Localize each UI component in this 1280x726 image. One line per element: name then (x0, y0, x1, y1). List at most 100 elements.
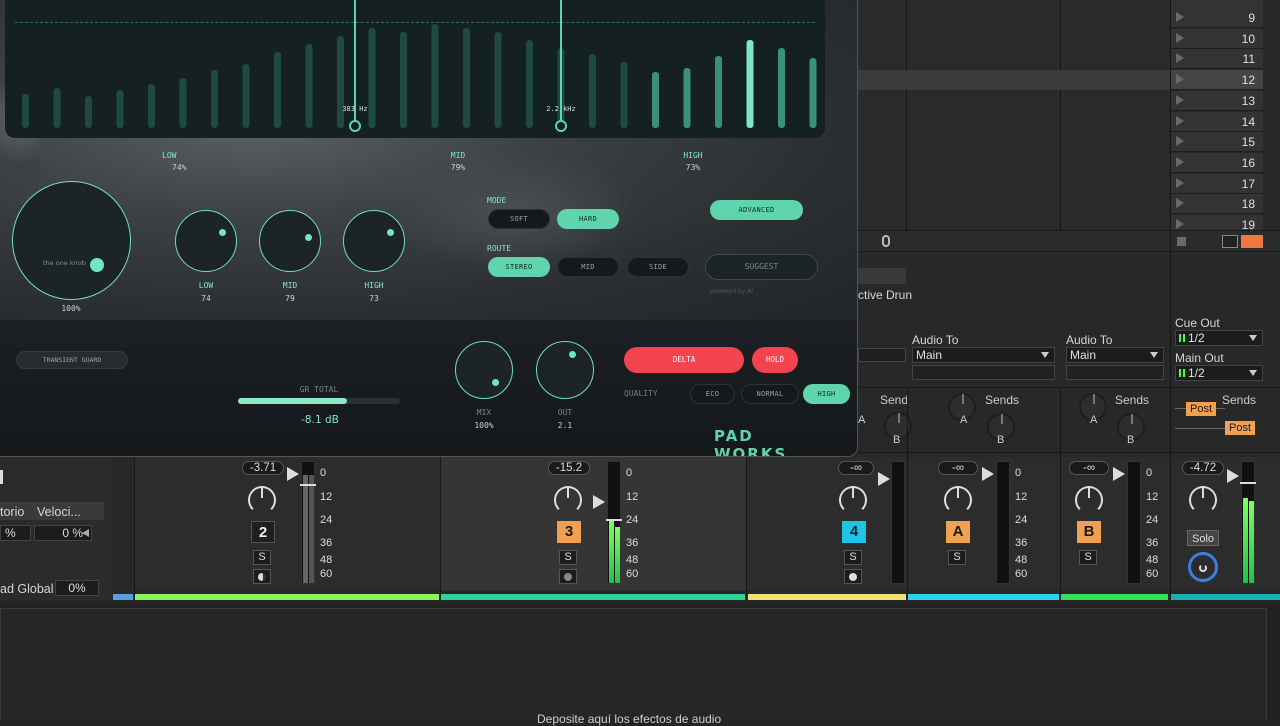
scene-slot[interactable]: 12 (1171, 70, 1263, 91)
fader-handle[interactable] (300, 484, 316, 486)
play-icon[interactable] (982, 467, 994, 481)
scene-slot[interactable]: 16 (1171, 152, 1263, 173)
scene-launch-icon[interactable] (1176, 219, 1184, 229)
fader-handle[interactable] (1240, 482, 1256, 484)
route-side-button[interactable]: SIDE (627, 257, 689, 277)
hold-button[interactable]: HOLD (752, 347, 798, 373)
volume-readout[interactable]: -∞ (1069, 461, 1109, 475)
main-out-select[interactable]: 1/2 (1175, 365, 1263, 381)
play-icon[interactable] (287, 467, 299, 481)
scene-slot[interactable]: 14 (1171, 111, 1263, 132)
low-knob[interactable] (175, 210, 237, 272)
delta-button[interactable]: DELTA (624, 347, 744, 373)
pan-knob[interactable] (554, 486, 582, 514)
arm-button[interactable] (559, 569, 577, 584)
pan-knob[interactable] (1075, 486, 1103, 514)
high-knob[interactable] (343, 210, 405, 272)
scene-launch-icon[interactable] (1176, 156, 1184, 167)
level-meter (891, 461, 905, 584)
route-stereo-button[interactable]: STEREO (488, 257, 550, 277)
scene-launch-icon[interactable] (1176, 12, 1184, 22)
track-number[interactable]: A (946, 521, 970, 543)
scene-launch-icon[interactable] (1176, 198, 1184, 209)
volume-readout[interactable]: -∞ (838, 461, 874, 475)
cue-out-select[interactable]: 1/2 (1175, 330, 1263, 346)
solo-button[interactable]: S (559, 550, 577, 565)
scene-launch-icon[interactable] (1176, 53, 1184, 64)
advanced-button[interactable]: ADVANCED (710, 200, 803, 220)
mix-knob[interactable] (455, 341, 513, 399)
volume-readout[interactable]: -15.2 (548, 461, 590, 475)
input-select-partial[interactable] (858, 348, 906, 362)
pan-knob[interactable] (944, 486, 972, 514)
play-icon[interactable] (878, 472, 890, 486)
post-a-button[interactable]: Post (1186, 402, 1216, 416)
empty-field[interactable] (1066, 365, 1164, 380)
meter-scale-label: 24 (1015, 514, 1028, 526)
solo-button[interactable]: S (844, 550, 862, 565)
fader-handle[interactable] (606, 519, 622, 521)
crossover-handle-1[interactable] (349, 120, 361, 132)
scene-slot[interactable]: 13 (1171, 90, 1263, 111)
arm-button[interactable] (844, 569, 862, 584)
microphone-icon[interactable] (882, 235, 890, 247)
quality-eco-button[interactable]: ECO (690, 384, 735, 404)
solo-button[interactable]: S (253, 550, 271, 565)
device-drop-zone[interactable] (0, 608, 1267, 720)
arm-button[interactable] (253, 569, 271, 584)
empty-field[interactable] (912, 365, 1055, 380)
volume-readout[interactable]: -∞ (938, 461, 978, 475)
play-icon[interactable] (1227, 469, 1239, 483)
post-b-button[interactable]: Post (1225, 421, 1255, 435)
scene-slot[interactable]: 18 (1171, 194, 1263, 215)
track-name-partial[interactable]: ctive Drun (858, 288, 912, 302)
crossover-handle-2[interactable] (555, 120, 567, 132)
pan-knob[interactable] (1189, 486, 1217, 514)
spectrum-bar (683, 68, 691, 128)
scene-launch-icon[interactable] (1176, 177, 1184, 188)
scene-slot[interactable]: 17 (1171, 173, 1263, 194)
play-icon[interactable] (1113, 467, 1125, 481)
pan-knob[interactable] (248, 486, 276, 514)
track-number[interactable]: 3 (557, 521, 581, 543)
track-number[interactable]: 4 (842, 521, 866, 543)
audio-to-select[interactable]: Main (912, 347, 1055, 363)
global-field[interactable]: 0% (55, 580, 99, 596)
solo-cue-button[interactable]: Solo (1187, 530, 1219, 546)
one-knob[interactable]: the one knob (12, 181, 131, 300)
scene-slot[interactable]: 9 (1171, 8, 1263, 28)
scene-slot[interactable]: 15 (1171, 132, 1263, 153)
scene-launch-icon[interactable] (1241, 235, 1263, 248)
mode-hard-button[interactable]: HARD (557, 209, 619, 229)
scene-launch-icon[interactable] (1176, 115, 1184, 126)
play-icon[interactable] (593, 495, 605, 509)
solo-button[interactable]: S (1079, 550, 1097, 565)
pan-knob[interactable] (839, 486, 867, 514)
mode-soft-button[interactable]: SOFT (488, 209, 550, 229)
solo-button[interactable]: S (948, 550, 966, 565)
track-number[interactable]: B (1077, 521, 1101, 543)
route-mid-button[interactable]: MID (557, 257, 619, 277)
suggest-button[interactable]: SUGGEST (705, 254, 818, 280)
scene-launch-icon[interactable] (1176, 94, 1184, 105)
master-volume-readout[interactable]: -4.72 (1182, 461, 1224, 475)
transient-guard-button[interactable]: TRANSIENT GUARD (16, 351, 128, 369)
audio-to-select[interactable]: Main (1066, 347, 1164, 363)
scene-launch-icon[interactable] (1176, 74, 1184, 85)
quality-normal-button[interactable]: NORMAL (741, 384, 799, 404)
scene-slot[interactable]: 11 (1171, 49, 1263, 70)
track-number[interactable]: 2 (251, 521, 275, 543)
stop-all-clips-icon[interactable] (1177, 237, 1186, 246)
mid-knob[interactable] (259, 210, 321, 272)
scene-launch-icon[interactable] (1176, 136, 1184, 147)
scene-slot-partial (1171, 0, 1263, 8)
quality-high-button[interactable]: HIGH (803, 384, 850, 404)
param-field[interactable]: % (0, 525, 31, 541)
chevron-left-icon[interactable] (82, 529, 89, 537)
out-knob[interactable] (536, 341, 594, 399)
volume-readout[interactable]: -3.71 (242, 461, 284, 475)
cue-volume-knob[interactable] (1188, 552, 1218, 582)
stop-scene-icon[interactable] (1222, 235, 1238, 248)
scene-launch-icon[interactable] (1176, 32, 1184, 43)
scene-slot[interactable]: 10 (1171, 28, 1263, 49)
